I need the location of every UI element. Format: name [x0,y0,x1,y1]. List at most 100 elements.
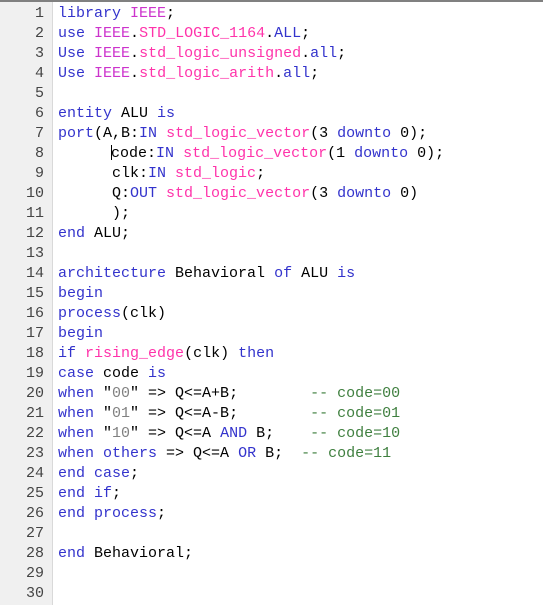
line-text[interactable]: library IEEE; [53,4,175,24]
code-line[interactable]: 29 [0,564,543,584]
line-text[interactable]: end ALU; [53,224,130,244]
token-keyword: IN [148,165,167,182]
token-plain: ALU [292,265,338,282]
token-keyword: end [58,465,86,482]
code-line[interactable]: 9 clk:IN std_logic; [0,164,543,184]
line-number: 13 [25,245,44,262]
token-keyword: all [310,45,338,62]
code-line[interactable]: 22 when "10" => Q<=A AND B; -- code=10 [0,424,543,444]
line-number: 15 [25,285,44,302]
line-text[interactable]: when "00" => Q<=A+B; -- code=00 [53,384,400,404]
code-line[interactable]: 16 process(clk) [0,304,543,324]
line-number: 8 [34,145,44,162]
code-line[interactable]: 26 end process; [0,504,543,524]
line-text[interactable]: end if; [53,484,121,504]
code-line[interactable]: 23 when others => Q<=A OR B; -- code=11 [0,444,543,464]
token-keyword: then [238,345,275,362]
code-line[interactable]: 21 when "01" => Q<=A-B; -- code=01 [0,404,543,424]
code-text-area[interactable]: 1 library IEEE; 2 use IEEE.STD_LOGIC_1164.A… [0,2,543,604]
code-line[interactable]: 13 [0,244,543,264]
code-line[interactable]: 15 begin [0,284,543,304]
code-line[interactable]: 5 [0,84,543,104]
token-keyword: all [283,65,311,82]
vhdl-code-editor[interactable]: 1 library IEEE; 2 use IEEE.STD_LOGIC_1164.A… [0,0,543,605]
line-number: 11 [25,205,44,222]
token-keyword: architecture [58,265,167,282]
code-line[interactable]: 3 Use IEEE.std_logic_unsigned.all; [0,44,543,64]
line-text[interactable]: case code is [53,364,166,384]
code-line[interactable]: 20 when "00" => Q<=A+B; -- code=00 [0,384,543,404]
line-text[interactable]: process(clk) [53,304,166,324]
token-string: 10 [112,425,131,442]
token-plain: Behavioral [166,265,275,282]
line-text[interactable]: end case; [53,464,139,484]
line-text[interactable]: port(A,B:IN std_logic_vector(3 downto 0)… [53,124,427,144]
token-keyword: end [58,505,86,522]
token-plain: 0); [391,125,428,142]
line-text[interactable]: ); [53,204,130,224]
token-plain: (3 [310,125,338,142]
code-line[interactable]: 1 library IEEE; [0,4,543,24]
token-keyword: process [94,505,158,522]
token-plain: 0) [391,185,419,202]
line-text[interactable]: Use IEEE.std_logic_unsigned.all; [53,44,346,64]
token-keyword: is [157,105,176,122]
code-line[interactable]: 2 use IEEE.STD_LOGIC_1164.ALL; [0,24,543,44]
code-line[interactable]: 24 end case; [0,464,543,484]
token-plain: ; [112,485,122,502]
token-plain: ALU [112,105,158,122]
line-text[interactable]: if rising_edge(clk) then [53,344,274,364]
token-plain: . [274,65,284,82]
line-text[interactable]: when "10" => Q<=A AND B; -- code=10 [53,424,400,444]
code-line[interactable]: 28 end Behavioral; [0,544,543,564]
line-text[interactable]: entity ALU is [53,104,175,124]
token-plain: " => Q<=A+B; [130,385,311,402]
code-line[interactable]: 25 end if; [0,484,543,504]
line-number: 30 [25,585,44,602]
line-number: 18 [25,345,44,362]
token-keyword: use [58,25,86,42]
code-line[interactable]: 14 architecture Behavioral of ALU is [0,264,543,284]
token-plain: ; [310,65,320,82]
code-line[interactable]: 18 if rising_edge(clk) then [0,344,543,364]
line-number: 9 [34,165,44,182]
code-line[interactable]: 10 Q:OUT std_logic_vector(3 downto 0) [0,184,543,204]
line-number: 22 [25,425,44,442]
line-text[interactable]: end Behavioral; [53,544,193,564]
line-text[interactable]: Q:OUT std_logic_vector(3 downto 0) [53,184,418,204]
code-line[interactable]: 19 case code is [0,364,543,384]
line-text[interactable]: when others => Q<=A OR B; -- code=11 [53,444,391,464]
code-line[interactable]: 17 begin [0,324,543,344]
line-text[interactable]: architecture Behavioral of ALU is [53,264,355,284]
token-plain: Q: [58,185,131,202]
token-plain: " => Q<=A [130,425,221,442]
token-type: std_logic_unsigned [139,45,302,62]
code-line[interactable]: 12 end ALU; [0,224,543,244]
code-line[interactable]: 8 code:IN std_logic_vector(1 downto 0); [0,144,543,164]
code-line[interactable]: 7 port(A,B:IN std_logic_vector(3 downto 0… [0,124,543,144]
code-line[interactable]: 11 ); [0,204,543,224]
line-number: 25 [25,485,44,502]
token-keyword: downto [337,185,392,202]
code-line[interactable]: 30 [0,584,543,604]
line-text[interactable]: Use IEEE.std_logic_arith.all; [53,64,319,84]
line-text[interactable]: use IEEE.STD_LOGIC_1164.ALL; [53,24,310,44]
line-text[interactable]: begin [53,324,103,344]
code-line[interactable]: 27 [0,524,543,544]
line-number: 5 [34,85,44,102]
token-keyword: process [58,305,122,322]
code-line[interactable]: 6 entity ALU is [0,104,543,124]
line-text[interactable]: begin [53,284,103,304]
line-text[interactable]: code:IN std_logic_vector(1 downto 0); [53,144,444,164]
line-number: 23 [25,445,44,462]
line-text[interactable]: when "01" => Q<=A-B; -- code=01 [53,404,400,424]
line-text[interactable]: end process; [53,504,166,524]
code-line[interactable]: 4 Use IEEE.std_logic_arith.all; [0,64,543,84]
token-plain: . [130,25,140,42]
line-text[interactable]: clk:IN std_logic; [53,164,265,184]
